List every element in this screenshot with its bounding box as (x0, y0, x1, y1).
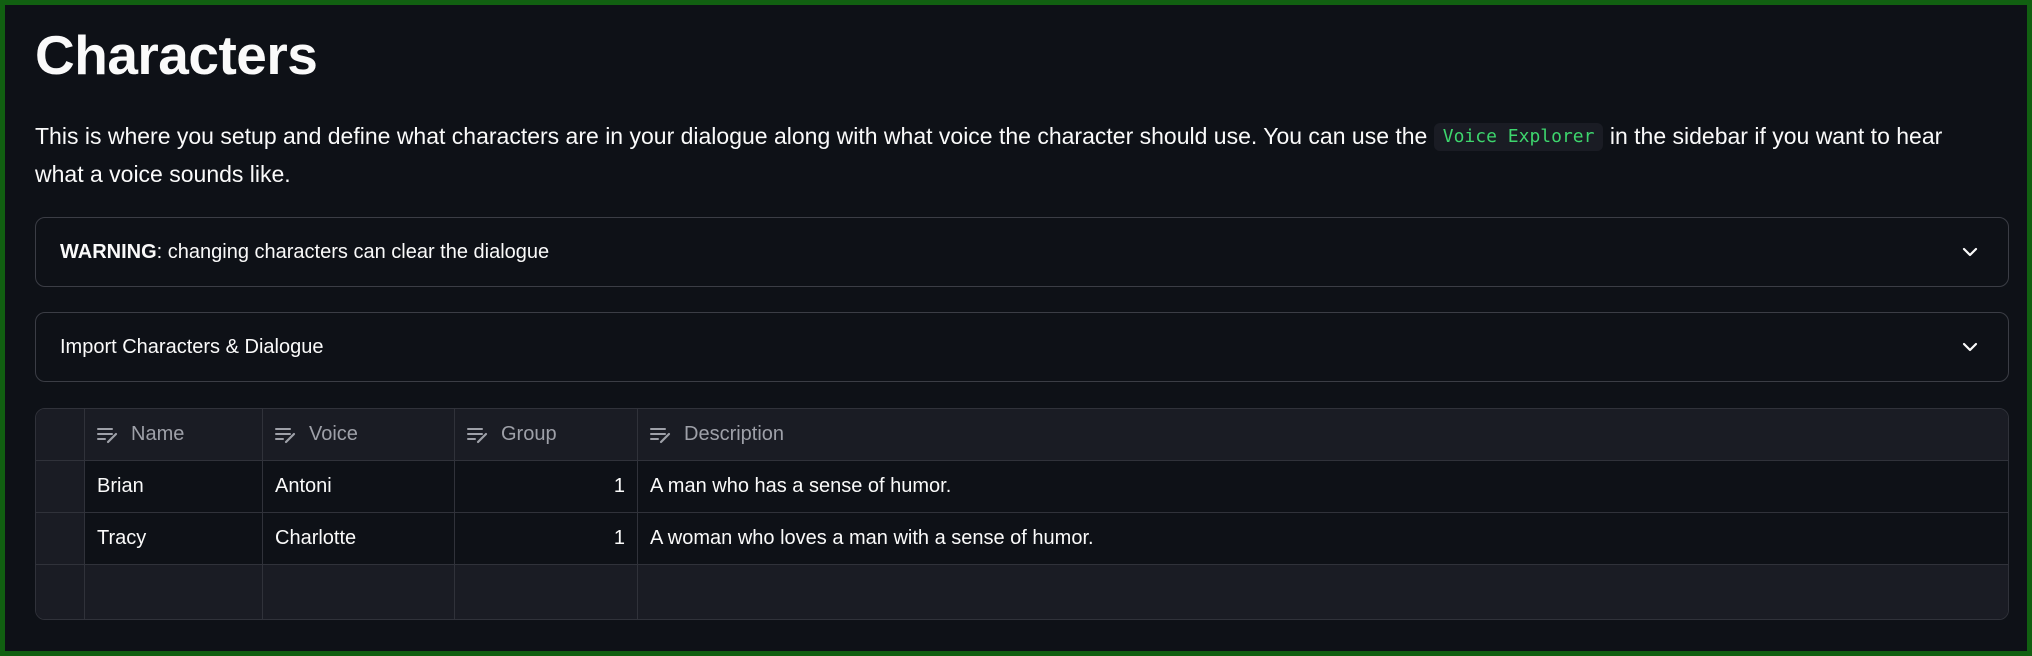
editable-text-icon (97, 427, 118, 443)
voice-cell[interactable]: Antoni (263, 461, 455, 512)
characters-table: Name Voice Group Description Brian Anton… (35, 408, 2009, 620)
group-cell[interactable]: 1 (455, 513, 638, 564)
name-cell[interactable]: Brian (85, 461, 263, 512)
chevron-down-icon[interactable] (1960, 242, 1980, 262)
intro-text: This is where you setup and define what … (35, 117, 1995, 193)
column-header-label: Description (684, 423, 785, 445)
table-header-row: Name Voice Group Description (36, 409, 2008, 461)
editable-text-icon (275, 427, 296, 443)
page-title: Characters (35, 24, 318, 86)
row-index-cell[interactable] (36, 565, 85, 619)
chevron-down-icon[interactable] (1960, 337, 1980, 357)
column-header-voice[interactable]: Voice (263, 409, 455, 460)
editable-text-icon (467, 427, 488, 443)
row-index-cell[interactable] (36, 461, 85, 512)
row-index-cell[interactable] (36, 513, 85, 564)
name-cell[interactable] (85, 565, 263, 619)
table-row: Tracy Charlotte 1 A woman who loves a ma… (36, 513, 2008, 565)
voice-explorer-code: Voice Explorer (1433, 123, 1604, 151)
app-frame: Characters This is where you setup and d… (0, 0, 2032, 656)
warning-bold: WARNING (60, 240, 157, 263)
column-header-name[interactable]: Name (85, 409, 263, 460)
column-header-label: Group (501, 423, 557, 445)
warning-text: : changing characters can clear the dial… (156, 240, 550, 263)
warning-expander[interactable]: WARNING: changing characters can clear t… (35, 217, 2009, 287)
import-expander[interactable]: Import Characters & Dialogue (35, 312, 2009, 382)
column-header-label: Voice (309, 423, 358, 445)
column-header-group[interactable]: Group (455, 409, 638, 460)
column-header-description[interactable]: Description (638, 409, 2008, 460)
editable-text-icon (650, 427, 671, 443)
intro-text-start: This is where you setup and define what … (35, 123, 1434, 149)
name-cell[interactable]: Tracy (85, 513, 263, 564)
voice-cell[interactable] (263, 565, 455, 619)
description-cell[interactable] (638, 565, 2008, 619)
table-row: Brian Antoni 1 A man who has a sense of … (36, 461, 2008, 513)
description-cell[interactable]: A man who has a sense of humor. (638, 461, 2008, 512)
voice-cell[interactable]: Charlotte (263, 513, 455, 564)
import-expander-label: Import Characters & Dialogue (60, 335, 324, 358)
description-cell[interactable]: A woman who loves a man with a sense of … (638, 513, 2008, 564)
group-cell[interactable]: 1 (455, 461, 638, 512)
group-cell[interactable] (455, 565, 638, 619)
column-header-label: Name (131, 423, 185, 445)
row-index-header (36, 409, 85, 460)
new-row-placeholder[interactable] (36, 565, 2008, 619)
warning-expander-label: WARNING: changing characters can clear t… (60, 241, 549, 264)
